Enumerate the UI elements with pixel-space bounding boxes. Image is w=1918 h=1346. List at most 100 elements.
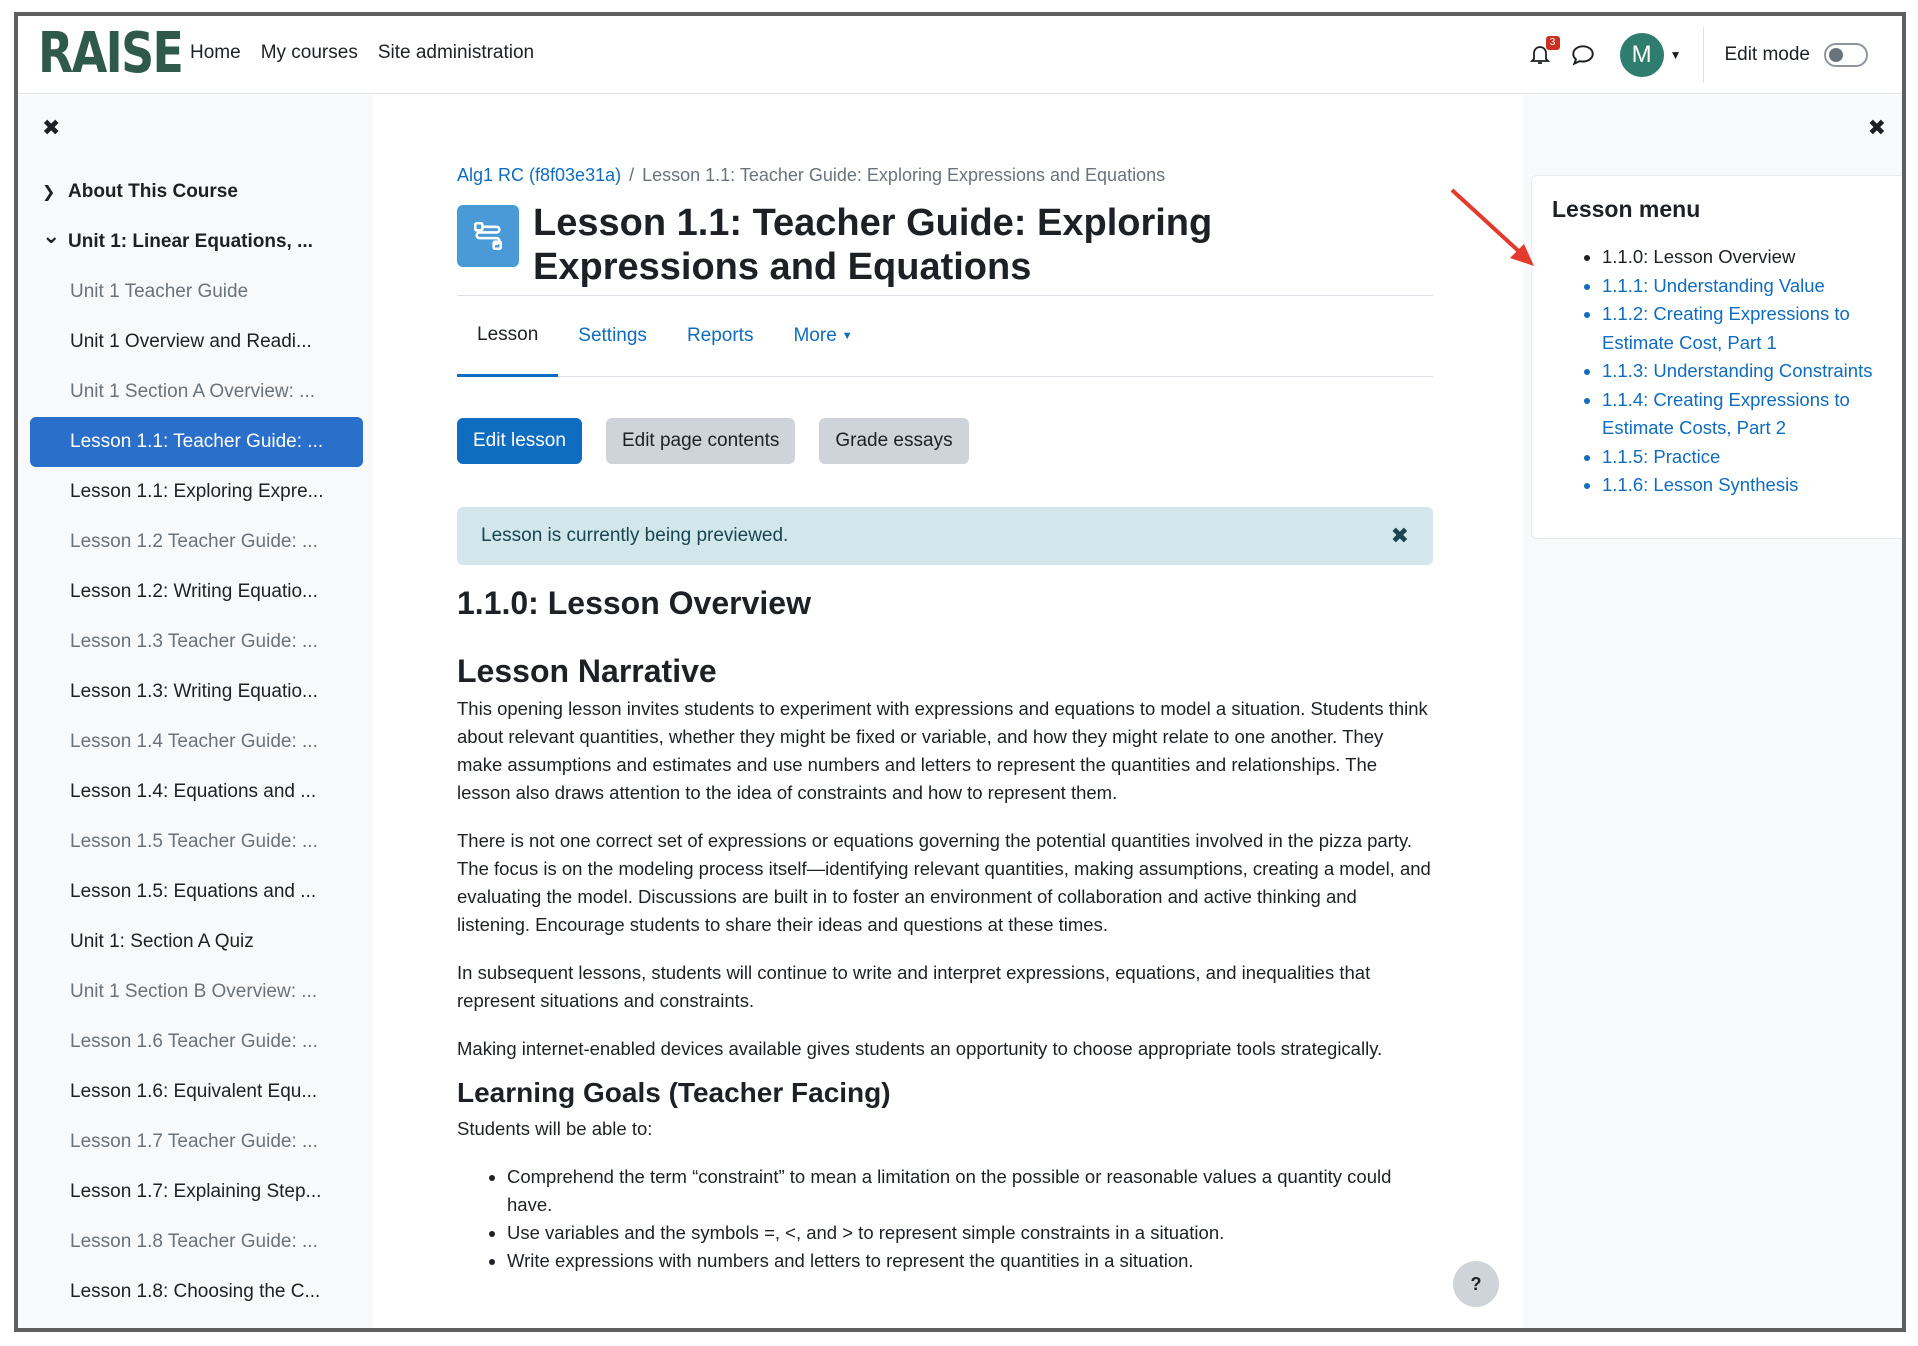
course-index-label: Unit 1 Overview and Readi... [70, 331, 312, 352]
course-index-item[interactable]: Unit 1 Overview and Readi... [30, 317, 363, 367]
close-icon[interactable]: ✖ [1391, 523, 1409, 549]
course-index-item[interactable]: Unit 1 Teacher Guide [30, 267, 363, 317]
course-index-label: Lesson 1.1: Exploring Expre... [70, 481, 324, 502]
edit-mode-toggle[interactable] [1824, 43, 1868, 67]
navbar-divider [1703, 27, 1705, 83]
tab-lesson[interactable]: Lesson [457, 295, 559, 377]
course-index-label: Lesson 1.2: Writing Equatio... [70, 581, 318, 602]
edit-page-contents-button[interactable]: Edit page contents [605, 418, 796, 464]
lesson-menu-block: Lesson menu 1.1.0: Lesson Overview1.1.1:… [1531, 175, 1902, 539]
list-item: Comprehend the term “constraint” to mean… [507, 1163, 1433, 1219]
course-index-item[interactable]: Lesson 1.5: Equations and ... [30, 867, 363, 917]
chevron-down-icon[interactable]: ▼ [1670, 48, 1682, 62]
app-window: RAISE Home My courses Site administratio… [14, 12, 1906, 1332]
course-index-label: Lesson 1.3: Writing Equatio... [70, 681, 318, 702]
chevron-right-icon[interactable]: ❯ [42, 182, 68, 202]
course-index-item[interactable]: Lesson 1.8: Choosing the C... [30, 1267, 363, 1317]
lesson-menu-item[interactable]: 1.1.4: Creating Expressions to Estimate … [1602, 386, 1888, 443]
breadcrumb-separator: / [629, 165, 635, 185]
lesson-menu-item[interactable]: 1.1.1: Understanding Value [1602, 272, 1888, 301]
course-index-item[interactable]: Lesson 1.6 Teacher Guide: ... [30, 1017, 363, 1067]
edit-mode-label: Edit mode [1724, 44, 1810, 65]
course-index-item[interactable]: Lesson 1.4 Teacher Guide: ... [30, 717, 363, 767]
course-index-label: Unit 1: Section A Quiz [70, 931, 254, 952]
list-item: Write expressions with numbers and lette… [507, 1247, 1433, 1275]
lesson-menu-item: 1.1.0: Lesson Overview [1602, 243, 1888, 272]
course-index-item[interactable]: Unit 1 Section B Overview: ... [30, 967, 363, 1017]
help-button[interactable]: ? [1453, 1261, 1499, 1307]
close-drawer-icon[interactable]: ✖ [1868, 115, 1886, 141]
course-index-item[interactable]: Unit 1 Section A Overview: ... [30, 367, 363, 417]
lesson-menu-item[interactable]: 1.1.3: Understanding Constraints [1602, 357, 1888, 386]
tab-more-label: More [793, 325, 837, 346]
course-section[interactable]: ⌄ Unit 1: Linear Equations, ... [30, 217, 363, 267]
breadcrumb: Alg1 RC (f8f03e31a) / Lesson 1.1: Teacher … [457, 165, 1165, 186]
course-index-label: Lesson 1.6 Teacher Guide: ... [70, 1031, 318, 1052]
course-index-item[interactable]: Unit 1: Section A Quiz [30, 917, 363, 967]
nav-my-courses-link[interactable]: My courses [261, 42, 358, 64]
course-index-label: Lesson 1.4: Equations and ... [70, 781, 317, 802]
breadcrumb-course-link[interactable]: Alg1 RC (f8f03e31a) [457, 165, 621, 185]
course-index-item[interactable]: Lesson 1.6: Equivalent Equ... [30, 1067, 363, 1117]
course-index-item[interactable]: Lesson 1.7: Explaining Step... [30, 1167, 363, 1217]
messages-icon[interactable] [1570, 42, 1596, 68]
lesson-menu-item[interactable]: 1.1.2: Creating Expressions to Estimate … [1602, 300, 1888, 357]
course-index-label: Lesson 1.5 Teacher Guide: ... [70, 831, 318, 852]
annotation-arrow-icon [1450, 188, 1534, 266]
primary-navigation: Home My courses Site administration [190, 42, 534, 64]
tab-more[interactable]: More ▼ [773, 295, 872, 377]
course-index-item[interactable]: Lesson 1.1: Teacher Guide: ... [30, 417, 363, 467]
chevron-down-icon: ▼ [841, 330, 853, 342]
nav-site-admin-link[interactable]: Site administration [378, 42, 534, 64]
goals-intro: Students will be able to: [457, 1118, 653, 1139]
list-item: Use variables and the symbols =, <, and … [507, 1219, 1433, 1247]
course-index-label: Lesson 1.8 Teacher Guide: ... [70, 1231, 318, 1252]
chevron-down-icon[interactable]: ⌄ [42, 225, 68, 247]
site-logo[interactable]: RAISE [38, 24, 184, 84]
secondary-navigation: Lesson Settings Reports More ▼ [457, 295, 1433, 377]
course-index-label: Lesson 1.1: Teacher Guide: ... [70, 431, 324, 452]
goals-list: Comprehend the term “constraint” to mean… [507, 1163, 1433, 1275]
course-index-item[interactable]: Lesson 1.1: Exploring Expre... [30, 467, 363, 517]
lesson-menu-title: Lesson menu [1552, 196, 1701, 222]
course-index-label: Lesson 1.8: Choosing the C... [70, 1281, 321, 1302]
course-index: ❯ About This Course ⌄ Unit 1: Linear Equati… [30, 167, 363, 1317]
course-index-label: Lesson 1.7: Explaining Step... [70, 1181, 322, 1202]
course-index-item[interactable]: Lesson 1.3 Teacher Guide: ... [30, 617, 363, 667]
course-index-item[interactable]: Lesson 1.4: Equations and ... [30, 767, 363, 817]
course-index-label: Lesson 1.6: Equivalent Equ... [70, 1081, 318, 1102]
block-drawer: ✖ Lesson menu 1.1.0: Lesson Overview1.1.… [1523, 95, 1902, 1328]
course-index-label: Unit 1 Section B Overview: ... [70, 981, 318, 1002]
course-index-label: Lesson 1.3 Teacher Guide: ... [70, 631, 318, 652]
course-index-label: Unit 1 Teacher Guide [70, 281, 249, 302]
course-index-label: Lesson 1.7 Teacher Guide: ... [70, 1131, 318, 1152]
grade-essays-button[interactable]: Grade essays [819, 418, 969, 464]
paragraph: In subsequent lessons, students will con… [457, 962, 1371, 1011]
course-index-item[interactable]: Lesson 1.2: Writing Equatio... [30, 567, 363, 617]
course-index-item[interactable]: Lesson 1.5 Teacher Guide: ... [30, 817, 363, 867]
course-index-label: Unit 1 Section A Overview: ... [70, 381, 315, 402]
lesson-menu-item[interactable]: 1.1.5: Practice [1602, 443, 1888, 472]
page-title: Lesson 1.1: Teacher Guide: Exploring Exp… [533, 202, 1213, 288]
user-avatar[interactable]: M [1619, 33, 1664, 77]
edit-lesson-button[interactable]: Edit lesson [457, 418, 582, 464]
course-index-item[interactable]: Lesson 1.3: Writing Equatio... [30, 667, 363, 717]
top-navbar: RAISE Home My courses Site administratio… [18, 16, 1902, 94]
tab-reports[interactable]: Reports [667, 295, 774, 377]
notifications-button[interactable]: 3 [1528, 36, 1560, 68]
course-index-item[interactable]: Lesson 1.8 Teacher Guide: ... [30, 1217, 363, 1267]
course-index-item[interactable]: Lesson 1.7 Teacher Guide: ... [30, 1117, 363, 1167]
nav-home-link[interactable]: Home [190, 42, 241, 64]
paragraph: Making internet-enabled devices availabl… [457, 1038, 1383, 1059]
close-drawer-icon[interactable]: ✖ [42, 115, 60, 141]
lesson-menu-item[interactable]: 1.1.6: Lesson Synthesis [1602, 471, 1888, 500]
course-index-label: Lesson 1.4 Teacher Guide: ... [70, 731, 318, 752]
lesson-page-content: 1.1.0: Lesson Overview Lesson Narrative … [457, 575, 1433, 1275]
breadcrumb-current: Lesson 1.1: Teacher Guide: Exploring Exp… [642, 165, 1166, 185]
course-index-item[interactable]: Lesson 1.2 Teacher Guide: ... [30, 517, 363, 567]
tab-settings[interactable]: Settings [558, 295, 667, 377]
narrative-heading: Lesson Narrative [457, 653, 717, 689]
navbar-user-area: 3 M ▼ Edit mode [1528, 16, 1902, 94]
lesson-page-heading: 1.1.0: Lesson Overview [457, 585, 811, 621]
course-section[interactable]: ❯ About This Course [30, 167, 363, 217]
